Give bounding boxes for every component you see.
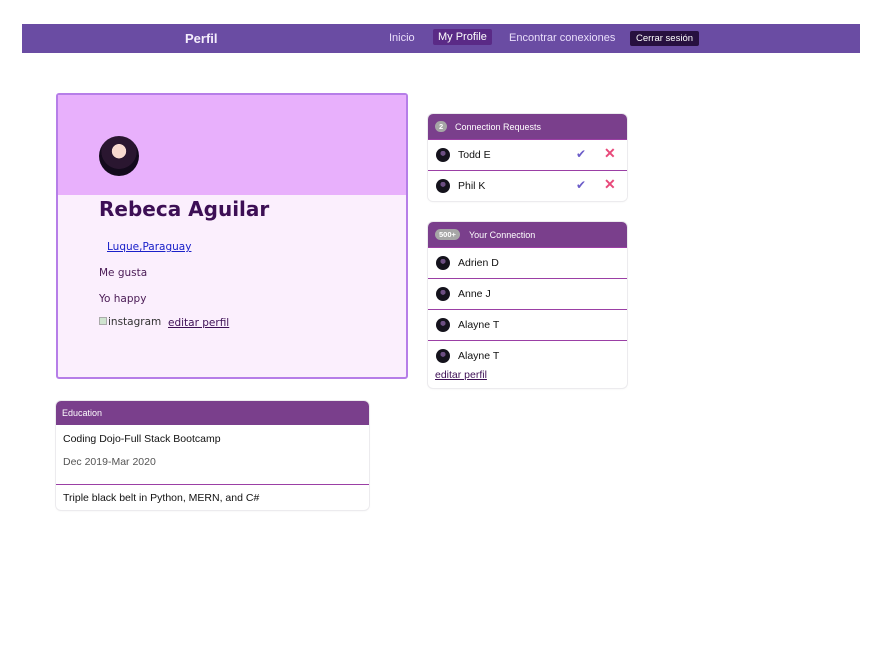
nav-link-find-connections[interactable]: Encontrar conexiones — [509, 32, 615, 44]
nav-link-inicio[interactable]: Inicio — [389, 32, 415, 44]
connection-name: Alayne T — [458, 319, 500, 331]
education-item-title: Triple black belt in Python, MERN, and C… — [63, 492, 260, 504]
connection-row[interactable]: Anne J — [428, 278, 627, 309]
connection-name: Anne J — [458, 288, 491, 300]
connection-row[interactable]: Adrien D — [428, 247, 627, 278]
avatar — [436, 349, 450, 363]
education-item-date: Dec 2019-Mar 2020 — [63, 456, 156, 468]
education-item-title: Coding Dojo-Full Stack Bootcamp — [63, 433, 221, 445]
profile-name: Rebeca Aguilar — [99, 197, 270, 221]
avatar — [436, 287, 450, 301]
education-card: Education Coding Dojo-Full Stack Bootcam… — [56, 401, 369, 510]
education-header: Education — [56, 401, 369, 425]
profile-likes: Me gusta — [99, 267, 148, 279]
connection-requests-title: Connection Requests — [455, 122, 542, 132]
avatar — [436, 179, 450, 193]
request-row: Phil K ✔ ✕ — [428, 170, 627, 201]
profile-card: Rebeca Aguilar Luque,Paraguay Me gusta Y… — [56, 93, 408, 379]
connection-row[interactable]: Alayne T — [428, 340, 627, 371]
profile-avatar — [99, 136, 139, 176]
your-connections-header: 500+ Your Connection — [428, 222, 627, 247]
your-connections-title: Your Connection — [469, 230, 536, 240]
avatar — [436, 318, 450, 332]
requests-count-badge: 2 — [435, 121, 448, 132]
connection-row[interactable]: Alayne T — [428, 309, 627, 340]
avatar — [436, 148, 450, 162]
education-item: Coding Dojo-Full Stack Bootcamp Dec 2019… — [56, 425, 369, 484]
edit-profile-link[interactable]: editar perfil — [168, 317, 229, 329]
connection-name: Adrien D — [458, 257, 499, 269]
navbar: Perfil Inicio My Profile Encontrar conex… — [22, 24, 860, 53]
close-icon[interactable]: ✕ — [604, 145, 616, 162]
close-icon[interactable]: ✕ — [604, 176, 616, 193]
profile-location-link[interactable]: Luque,Paraguay — [107, 241, 191, 253]
your-connections-card: 500+ Your Connection Adrien D Anne J Ala… — [428, 222, 627, 388]
connection-requests-card: 2 Connection Requests Todd E ✔ ✕ Phil K … — [428, 114, 627, 201]
education-item: Triple black belt in Python, MERN, and C… — [56, 484, 369, 510]
logout-button[interactable]: Cerrar sesión — [630, 31, 700, 46]
request-name: Phil K — [458, 180, 486, 192]
nav-link-my-profile[interactable]: My Profile — [433, 29, 492, 45]
request-row: Todd E ✔ ✕ — [428, 139, 627, 170]
request-name: Todd E — [458, 149, 491, 161]
avatar — [436, 256, 450, 270]
check-icon[interactable]: ✔ — [576, 147, 586, 161]
education-title: Education — [62, 408, 103, 418]
connection-name: Alayne T — [458, 350, 500, 362]
connections-edit-profile-link[interactable]: editar perfil — [435, 369, 487, 381]
check-icon[interactable]: ✔ — [576, 178, 586, 192]
connections-count-badge: 500+ — [435, 229, 460, 240]
instagram-icon[interactable]: instagram — [99, 316, 161, 328]
connection-requests-header: 2 Connection Requests — [428, 114, 627, 139]
profile-status: Yo happy — [99, 293, 147, 305]
navbar-brand[interactable]: Perfil — [185, 31, 218, 46]
